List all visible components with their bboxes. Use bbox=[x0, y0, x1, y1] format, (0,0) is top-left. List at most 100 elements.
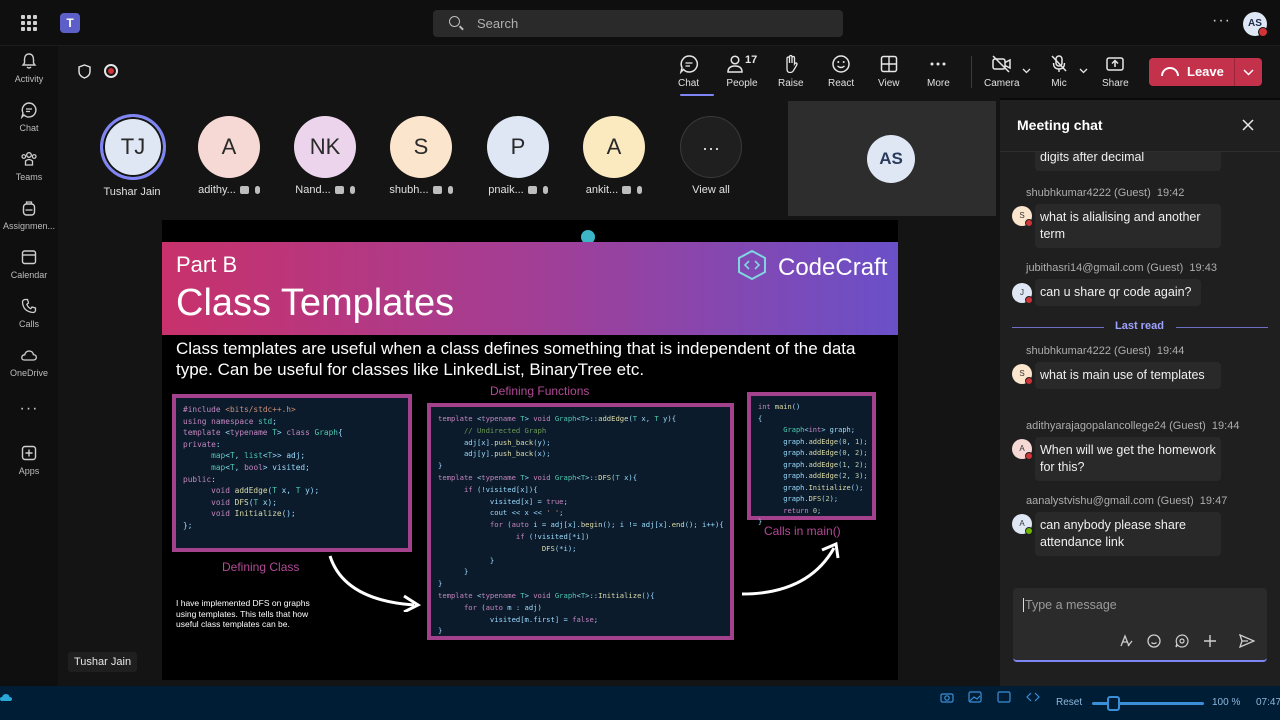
user-avatar[interactable]: AS bbox=[1243, 12, 1268, 37]
rail-item-teams[interactable]: Teams bbox=[0, 150, 58, 182]
more-participants-icon: ··· bbox=[680, 116, 742, 178]
last-read-divider: Last read bbox=[1012, 320, 1268, 334]
chat-message-meta: aanalystvishu@gmail.com (Guest) 19:47 bbox=[1026, 495, 1227, 507]
participant-tile[interactable]: A adithy... bbox=[197, 116, 261, 196]
rail-item-assignments[interactable]: Assignmen... bbox=[0, 199, 58, 231]
mic-off-icon bbox=[447, 186, 453, 194]
raise-hand-button[interactable]: Raise bbox=[778, 54, 804, 89]
more-button[interactable]: More bbox=[927, 54, 950, 89]
chat-sender: adithyarajagopalancollege24 (Guest) bbox=[1026, 420, 1206, 432]
chat-title: Meeting chat bbox=[1017, 117, 1103, 133]
chevron-down-icon[interactable] bbox=[1022, 68, 1031, 74]
mic-button[interactable]: Mic bbox=[1049, 54, 1069, 89]
loop-icon[interactable] bbox=[1175, 634, 1189, 648]
more-icon bbox=[930, 62, 946, 66]
participant-tile[interactable]: S shubh... bbox=[389, 116, 453, 196]
participant-name-row: ankit... bbox=[582, 184, 646, 196]
message-compose-box[interactable]: Type a message bbox=[1013, 588, 1267, 662]
recording-icon bbox=[104, 64, 118, 78]
chat-avatar: S bbox=[1012, 364, 1033, 385]
share-button[interactable]: Share bbox=[1102, 54, 1129, 89]
chat-message-meta: jubithasri14@gmail.com (Guest) 19:43 bbox=[1026, 262, 1217, 274]
arrow-icon bbox=[741, 541, 840, 596]
chat-time: 19:43 bbox=[1189, 262, 1217, 274]
rail-item-apps[interactable]: Apps bbox=[0, 444, 58, 476]
view-label: View bbox=[878, 78, 900, 89]
chat-label: Chat bbox=[678, 78, 700, 89]
slide-title: Class Templates bbox=[176, 282, 455, 324]
self-avatar: AS bbox=[867, 135, 915, 183]
rail-item-calls[interactable]: Calls bbox=[0, 297, 58, 329]
chat-button[interactable]: Chat bbox=[678, 54, 699, 89]
add-icon[interactable] bbox=[1203, 634, 1217, 648]
rail-item-activity[interactable]: Activity bbox=[0, 52, 58, 84]
participant-name: ankit... bbox=[585, 184, 619, 196]
people-icon bbox=[727, 55, 743, 73]
participant-avatar: TJ bbox=[100, 114, 166, 180]
participant-avatar: A bbox=[583, 116, 645, 178]
zoom-slider[interactable] bbox=[1092, 696, 1204, 711]
emoji-icon[interactable] bbox=[1147, 634, 1161, 648]
send-icon[interactable] bbox=[1239, 634, 1255, 648]
slide-banner: Part B Class Templates CodeCraft bbox=[162, 242, 898, 335]
bell-icon bbox=[21, 53, 37, 69]
rail-label: Apps bbox=[18, 466, 40, 476]
phone-icon bbox=[21, 298, 37, 314]
rail-item-onedrive[interactable]: OneDrive bbox=[0, 346, 58, 378]
zoom-slider-handle[interactable] bbox=[1107, 696, 1120, 711]
search-box[interactable]: Search bbox=[433, 10, 843, 37]
rail-label: Chat bbox=[19, 123, 39, 133]
code-function-definitions: template <typename T> void Graph<T>::add… bbox=[427, 403, 734, 640]
leave-button[interactable]: Leave bbox=[1149, 58, 1262, 86]
participant-tile[interactable]: A ankit... bbox=[582, 116, 646, 196]
raise-label: Raise bbox=[778, 78, 804, 89]
chat-message-meta: shubhkumar4222 (Guest) 19:44 bbox=[1026, 345, 1184, 357]
title-bar: T Search ··· AS bbox=[0, 0, 1280, 46]
rail-item-chat[interactable]: Chat bbox=[0, 101, 58, 133]
participant-tile[interactable]: P pnaik... bbox=[486, 116, 550, 196]
codecraft-logo-icon bbox=[738, 250, 766, 280]
app-launcher-icon[interactable] bbox=[21, 15, 37, 31]
react-button[interactable]: React bbox=[828, 54, 854, 89]
chat-avatar: A bbox=[1012, 514, 1033, 535]
chat-avatar: A bbox=[1012, 439, 1033, 460]
last-read-line bbox=[1012, 327, 1104, 328]
participant-name: pnaik... bbox=[488, 184, 524, 196]
view-all-tile[interactable]: ··· View all bbox=[679, 116, 743, 196]
hang-up-icon bbox=[1161, 67, 1179, 76]
chat-icon bbox=[679, 55, 698, 74]
reset-label[interactable]: Reset bbox=[1056, 697, 1082, 708]
image-icon[interactable] bbox=[968, 691, 982, 703]
message-input[interactable]: Type a message bbox=[1023, 598, 1117, 612]
view-button[interactable]: View bbox=[878, 54, 900, 89]
participant-tile[interactable]: TJ Tushar Jain bbox=[100, 114, 166, 198]
slide-label-class: Defining Class bbox=[222, 560, 300, 574]
rail-item-calendar[interactable]: Calendar bbox=[0, 248, 58, 280]
format-icon[interactable] bbox=[1119, 634, 1133, 648]
chat-message-list[interactable]: digits after decimal shubhkumar4222 (Gue… bbox=[1000, 152, 1280, 582]
rail-label: Teams bbox=[15, 172, 43, 182]
camera-icon[interactable] bbox=[940, 691, 954, 703]
chevron-down-icon[interactable] bbox=[1243, 69, 1254, 76]
slide-label-main: Calls in main() bbox=[764, 524, 841, 538]
slide-label-functions: Defining Functions bbox=[490, 384, 590, 398]
settings-more-icon[interactable]: ··· bbox=[1212, 12, 1231, 30]
rail-label: Calendar bbox=[10, 270, 48, 280]
teams-logo-icon: T bbox=[60, 13, 80, 33]
chevron-down-icon[interactable] bbox=[1079, 68, 1088, 74]
window-icon[interactable] bbox=[997, 691, 1011, 703]
camera-off-icon bbox=[622, 186, 632, 194]
chat-time: 19:47 bbox=[1199, 495, 1228, 507]
teams-icon bbox=[21, 152, 37, 166]
compose-toolbar bbox=[1119, 634, 1259, 650]
camera-button[interactable]: Camera bbox=[984, 54, 1020, 89]
slide-description: Class templates are useful when a class … bbox=[176, 339, 856, 379]
chat-avatar: J bbox=[1012, 283, 1033, 304]
close-icon[interactable] bbox=[1241, 118, 1255, 132]
people-button[interactable]: 17 People bbox=[724, 54, 760, 89]
code-icon[interactable] bbox=[1026, 691, 1040, 703]
leave-label: Leave bbox=[1187, 64, 1224, 79]
rail-more-icon[interactable]: ··· bbox=[0, 400, 58, 418]
mic-off-icon bbox=[254, 186, 260, 194]
participant-tile[interactable]: NK Nand... bbox=[293, 116, 357, 196]
